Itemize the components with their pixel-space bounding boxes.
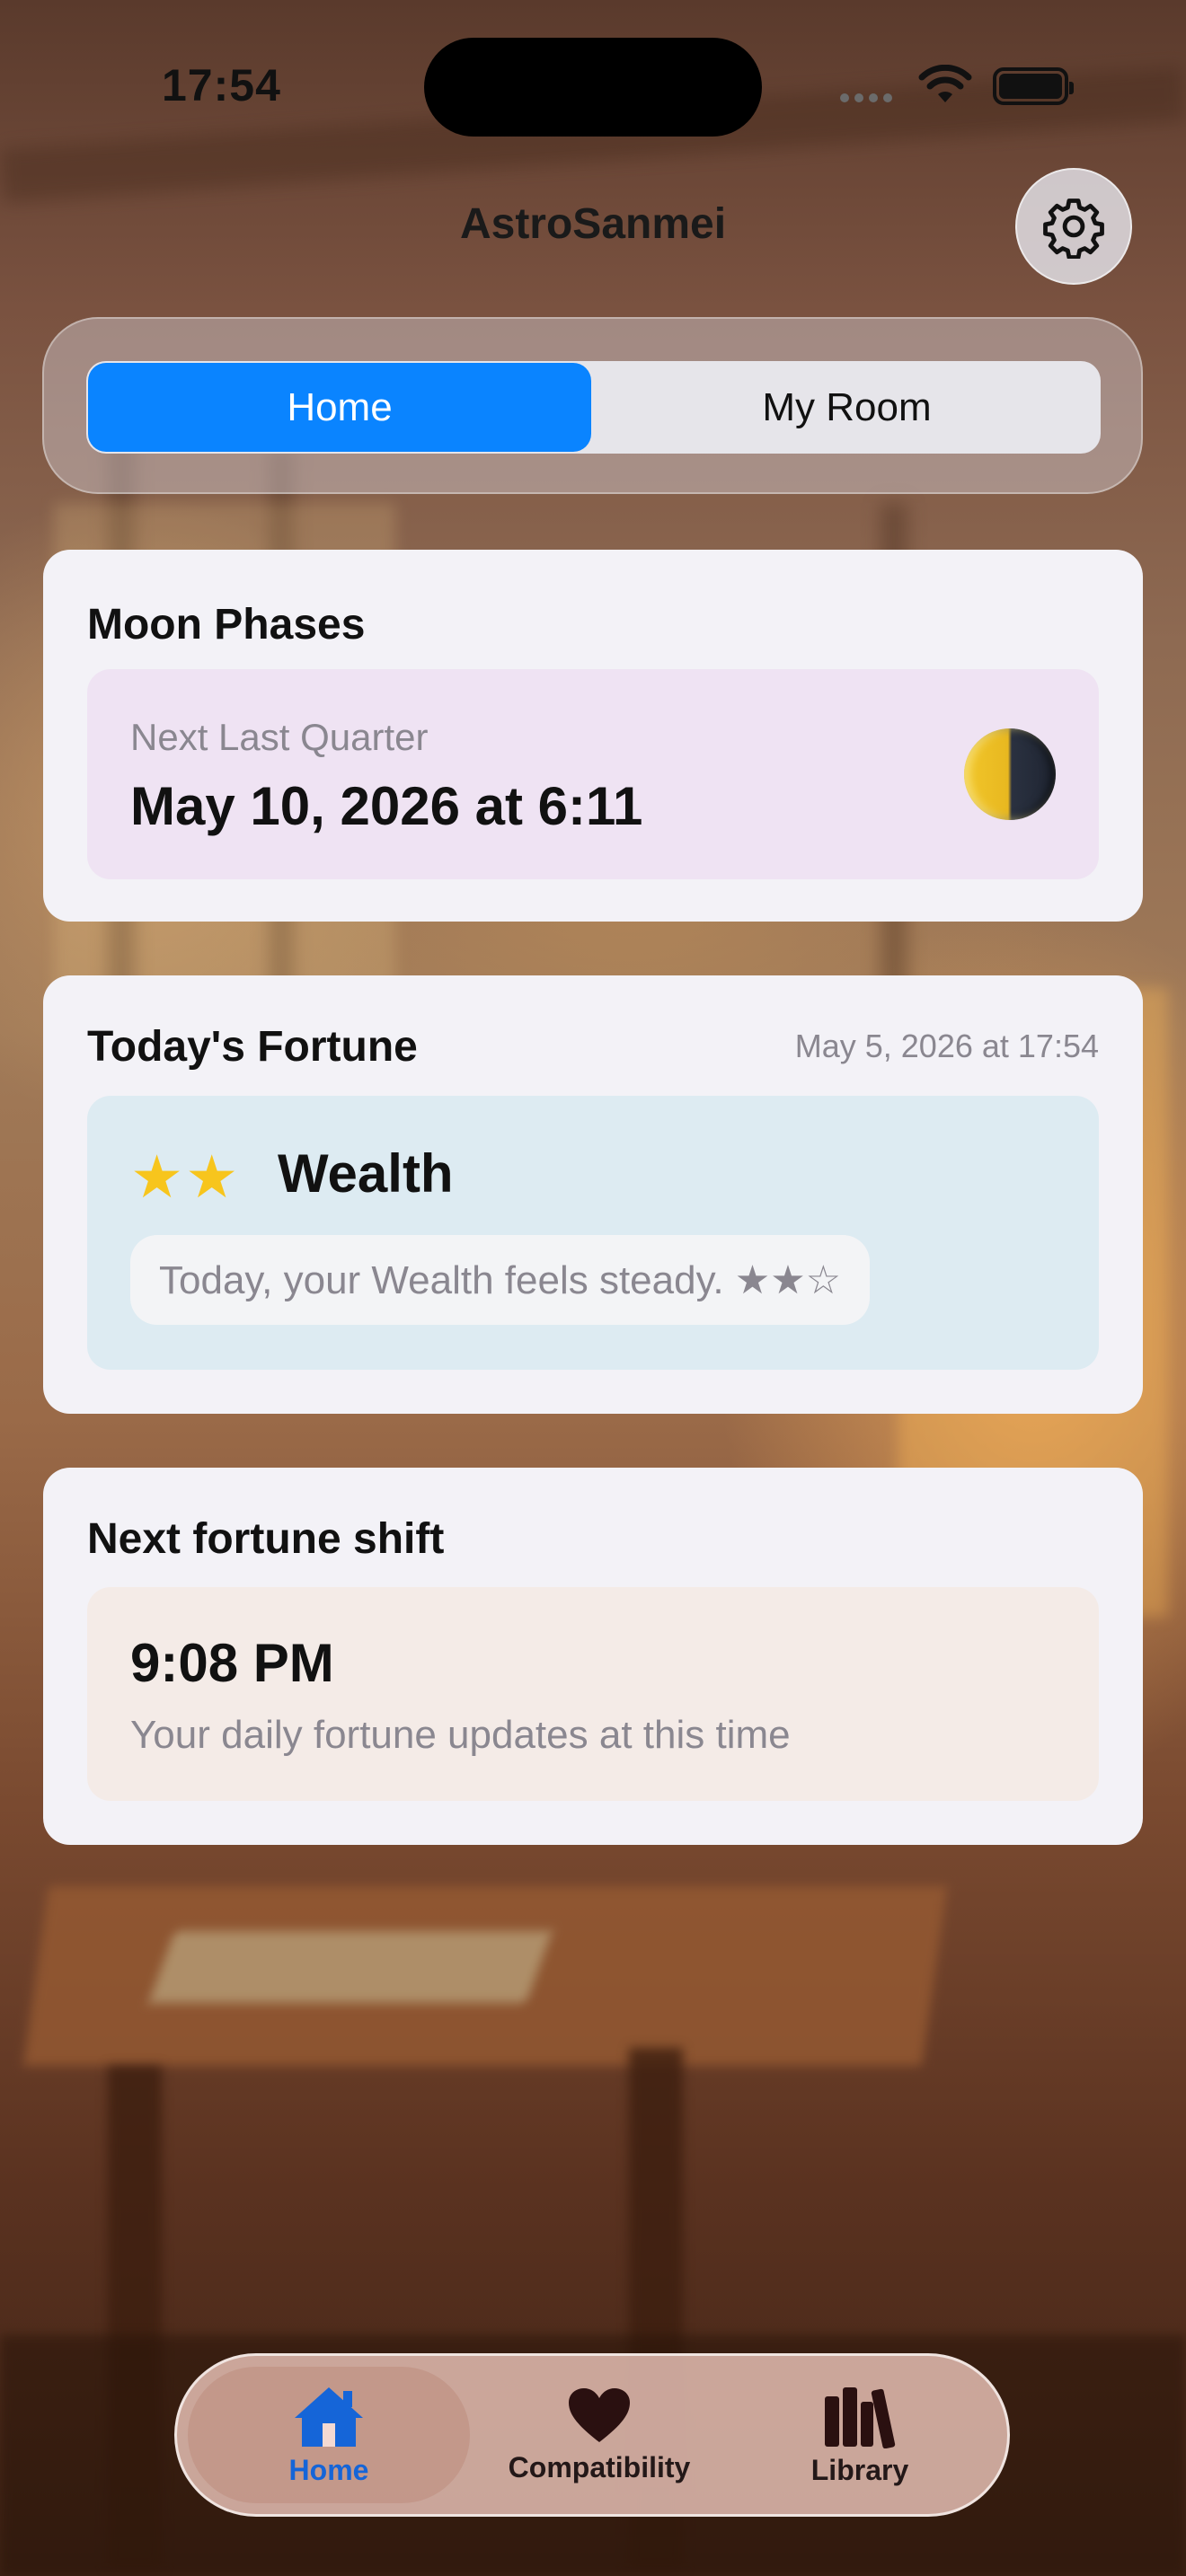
segment-home[interactable]: Home — [88, 363, 591, 452]
next-shift-panel: 9:08 PM Your daily fortune updates at th… — [87, 1587, 1099, 1801]
last-quarter-moon-icon — [964, 728, 1056, 820]
tab-bar: Home Compatibility Library — [174, 2353, 1010, 2517]
dynamic-island — [424, 38, 762, 137]
next-fortune-shift-card: Next fortune shift 9:08 PM Your daily fo… — [43, 1468, 1143, 1845]
tab-compatibility[interactable]: Compatibility — [465, 2356, 734, 2514]
todays-fortune-card: Today's Fortune May 5, 2026 at 17:54 ★★ … — [43, 975, 1143, 1414]
app-title: AstroSanmei — [459, 200, 727, 248]
settings-button[interactable] — [1015, 168, 1132, 285]
tab-library[interactable]: Library — [725, 2356, 995, 2514]
moon-phases-card: Moon Phases Next Last Quarter May 10, 20… — [43, 550, 1143, 922]
fortune-message: Today, your Wealth feels steady. ★★☆ — [130, 1235, 871, 1325]
books-icon — [825, 2386, 896, 2448]
next-shift-subtitle: Your daily fortune updates at this time — [130, 1713, 791, 1757]
next-shift-title: Next fortune shift — [87, 1515, 445, 1563]
next-shift-time: 9:08 PM — [130, 1633, 334, 1693]
segmented-control: Home My Room — [86, 361, 1101, 454]
tab-home[interactable]: Home — [188, 2356, 470, 2514]
fortune-panel: ★★ Wealth Today, your Wealth feels stead… — [87, 1096, 1099, 1370]
todays-fortune-title: Today's Fortune — [87, 1023, 418, 1071]
moon-phases-title: Moon Phases — [87, 601, 366, 648]
wifi-icon — [918, 65, 972, 102]
house-icon — [295, 2386, 363, 2447]
segmented-control-container: Home My Room — [42, 317, 1143, 494]
status-time: 17:54 — [162, 60, 281, 110]
tab-library-label: Library — [810, 2453, 909, 2486]
cellular-signal-icon — [840, 93, 892, 102]
moon-phase-date: May 10, 2026 at 6:11 — [130, 776, 643, 836]
heart-icon — [569, 2387, 630, 2442]
tab-compatibility-label: Compatibility — [508, 2450, 691, 2483]
fortune-category: Wealth — [278, 1143, 454, 1204]
fortune-timestamp: May 5, 2026 at 17:54 — [794, 1028, 1099, 1064]
gear-icon — [1043, 198, 1104, 259]
star-rating-icon: ★★ — [130, 1143, 241, 1210]
moon-phase-panel: Next Last Quarter May 10, 2026 at 6:11 — [87, 669, 1099, 879]
battery-icon — [993, 67, 1074, 105]
moon-phase-label: Next Last Quarter — [130, 716, 429, 758]
tab-home-label: Home — [288, 2453, 369, 2486]
segment-my-room[interactable]: My Room — [593, 361, 1101, 454]
